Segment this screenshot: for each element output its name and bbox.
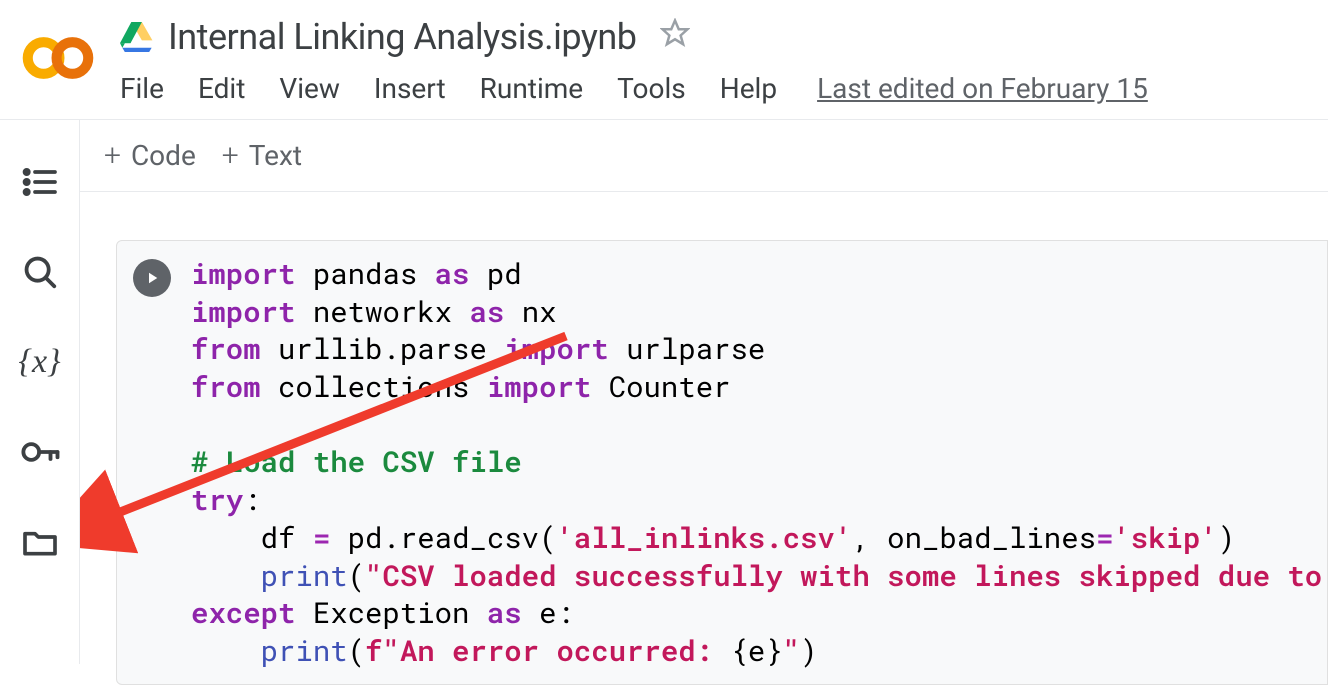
title-row: Internal Linking Analysis.ipynb — [120, 16, 1328, 58]
code-editor[interactable]: import pandas as pd import networkx as n… — [191, 255, 1322, 670]
last-edited-link[interactable]: Last edited on February 15 — [817, 72, 1148, 105]
menu-file[interactable]: File — [120, 72, 164, 105]
plus-icon: + — [222, 138, 239, 173]
sidebar: {x} — [0, 120, 80, 664]
search-icon[interactable] — [18, 250, 62, 294]
menu-help[interactable]: Help — [720, 72, 777, 105]
menu-edit[interactable]: Edit — [198, 72, 245, 105]
menu-insert[interactable]: Insert — [374, 72, 446, 105]
secrets-icon[interactable] — [18, 430, 62, 474]
header: Internal Linking Analysis.ipynb File Edi… — [0, 0, 1328, 120]
header-content: Internal Linking Analysis.ipynb File Edi… — [120, 12, 1328, 105]
menu-runtime[interactable]: Runtime — [480, 72, 584, 105]
code-cell[interactable]: import pandas as pd import networkx as n… — [116, 240, 1328, 685]
colab-logo-icon — [22, 22, 94, 94]
menu-view[interactable]: View — [279, 72, 340, 105]
cell-toolbar: + Code + Text — [80, 120, 1328, 192]
drive-icon — [120, 22, 154, 52]
run-cell-button[interactable] — [133, 259, 171, 297]
document-title[interactable]: Internal Linking Analysis.ipynb — [168, 16, 636, 58]
table-of-contents-icon[interactable] — [18, 160, 62, 204]
add-code-button[interactable]: + Code — [104, 138, 196, 173]
body-area: {x} + Code + Text — [0, 120, 1328, 664]
add-text-label: Text — [249, 139, 302, 172]
menu-tools[interactable]: Tools — [617, 72, 686, 105]
star-icon[interactable] — [660, 18, 690, 56]
plus-icon: + — [104, 138, 121, 173]
files-icon[interactable] — [18, 520, 62, 564]
cell-area: import pandas as pd import networkx as n… — [80, 192, 1328, 685]
main-area: + Code + Text import pandas as pd import… — [80, 120, 1328, 664]
menu-bar: File Edit View Insert Runtime Tools Help… — [120, 72, 1328, 105]
add-text-button[interactable]: + Text — [222, 138, 302, 173]
add-code-label: Code — [131, 139, 196, 172]
variables-icon[interactable]: {x} — [18, 340, 62, 384]
